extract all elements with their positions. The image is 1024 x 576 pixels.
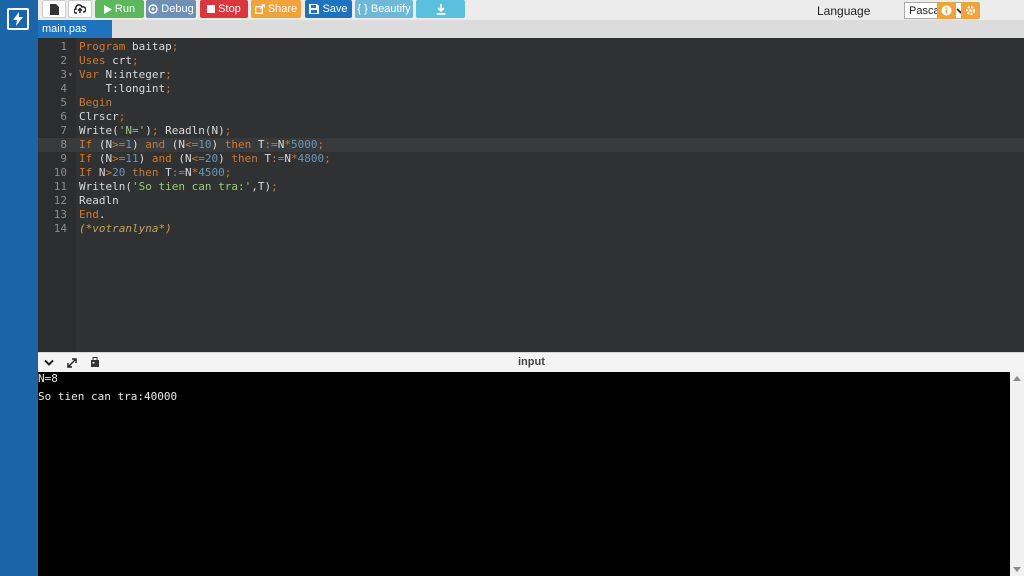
info-button[interactable]: [937, 2, 956, 19]
beautify-button[interactable]: { } Beautify: [355, 0, 413, 18]
fold-arrow-icon[interactable]: ▾: [68, 68, 73, 82]
new-file-button[interactable]: [42, 0, 66, 18]
code-line[interactable]: 12 Readln: [38, 194, 1024, 208]
console-scrollbar[interactable]: [1010, 372, 1024, 576]
run-button[interactable]: Run: [95, 0, 144, 18]
pane-title: input: [518, 356, 545, 368]
debug-button[interactable]: Debug: [146, 0, 196, 18]
save-button[interactable]: Save: [305, 0, 352, 18]
scroll-up-icon[interactable]: [1013, 375, 1021, 381]
gear-icon: [965, 5, 976, 16]
code-line[interactable]: 7 Write('N='); Readln(N);: [38, 124, 1024, 138]
logo-lightning-icon[interactable]: [7, 8, 29, 30]
console-output[interactable]: N=8 So tien can tra:40000: [38, 372, 1010, 576]
stop-button[interactable]: Stop: [200, 0, 248, 18]
code-editor[interactable]: 1 Program baitap; 2 Uses crt; 3 ▾ Var N:…: [38, 38, 1024, 352]
settings-button[interactable]: [961, 2, 980, 19]
console-line: N=8: [38, 372, 58, 385]
code-line-active[interactable]: 8 If (N>=1) and (N<=10) then T:=N*5000;: [38, 138, 1024, 152]
code-line[interactable]: 3 ▾ Var N:integer;: [38, 68, 1024, 82]
code-line[interactable]: 5 Begin: [38, 96, 1024, 110]
info-icon: [941, 5, 952, 16]
download-button[interactable]: [416, 0, 465, 18]
code-line[interactable]: 9 If (N>=11) and (N<=20) then T:=N*4800;: [38, 152, 1024, 166]
share-button[interactable]: Share: [251, 0, 301, 18]
download-icon: [436, 3, 445, 15]
code-line[interactable]: 13 End.: [38, 208, 1024, 222]
file-icon: [49, 3, 59, 15]
code-line[interactable]: 6 Clrscr;: [38, 110, 1024, 124]
share-icon: [254, 4, 265, 14]
sidebar: [0, 0, 38, 576]
expand-icon[interactable]: [67, 358, 77, 368]
io-pane-header: input: [38, 352, 1024, 373]
code-line[interactable]: 10 If N>20 then T:=N*4500;: [38, 166, 1024, 180]
play-icon: [103, 4, 112, 14]
language-label: Language: [817, 4, 871, 18]
code-line[interactable]: 1 Program baitap;: [38, 40, 1024, 54]
cloud-upload-icon: [74, 4, 86, 14]
scroll-down-icon[interactable]: [1013, 567, 1021, 573]
debug-icon: [148, 4, 158, 14]
stop-icon: [207, 5, 216, 13]
terminal-settings-icon[interactable]: [90, 357, 100, 368]
chevron-down-icon[interactable]: [44, 359, 54, 367]
file-tabbar: main.pas: [38, 20, 1024, 38]
code-line[interactable]: 2 Uses crt;: [38, 54, 1024, 68]
code-line[interactable]: 11 Writeln('So tien can tra:',T);: [38, 180, 1024, 194]
console-line: So tien can tra:40000: [38, 390, 178, 403]
upload-button[interactable]: [68, 0, 92, 18]
code-line[interactable]: 14 (*votranlyna*): [38, 222, 1024, 236]
floppy-disk-icon: [309, 4, 320, 14]
tab-main-pas[interactable]: main.pas: [38, 20, 112, 38]
code-line[interactable]: 4 T:longint;: [38, 82, 1024, 96]
toolbar: Run Debug Stop Share Save { } Beautify L…: [38, 0, 1024, 21]
